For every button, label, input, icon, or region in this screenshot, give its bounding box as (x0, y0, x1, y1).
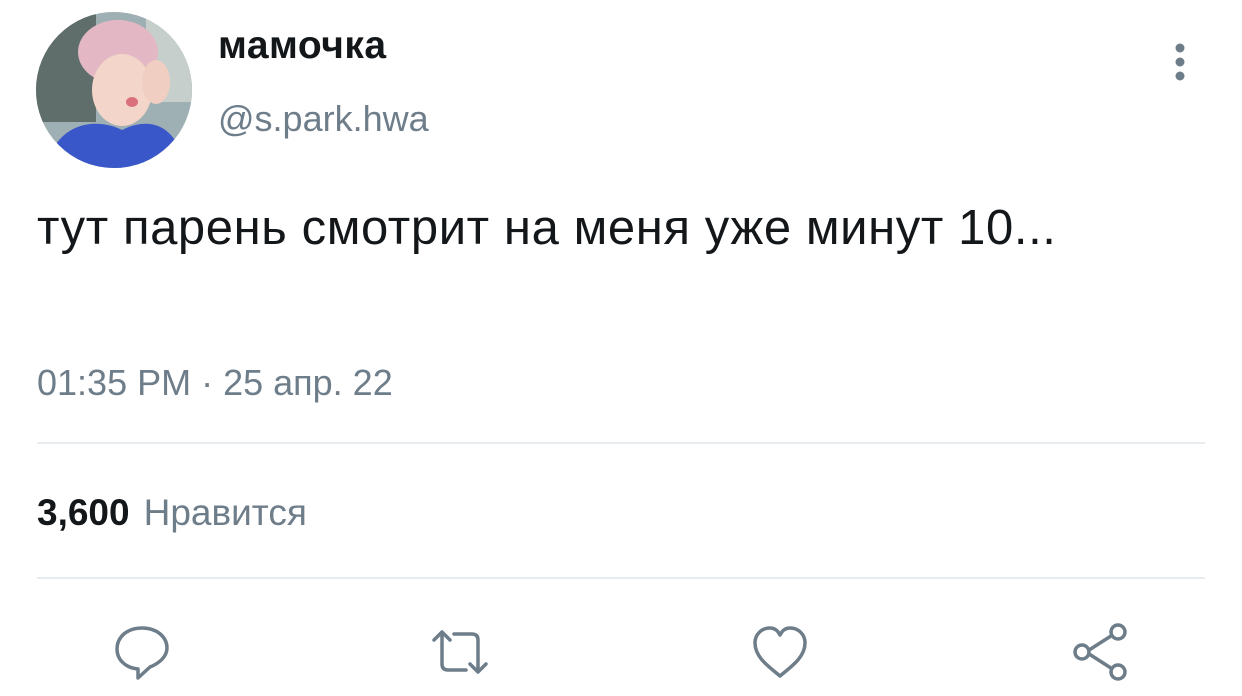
retweet-icon (432, 630, 488, 674)
share-icon (1073, 623, 1127, 681)
likes-count: 3,600 (37, 492, 130, 533)
avatar-photo (36, 12, 192, 168)
likes-label: Нравится (143, 492, 307, 533)
tweet: мамочка @s.park.hwa тут парень смотрит н… (0, 0, 1242, 696)
display-name[interactable]: мамочка (218, 24, 387, 68)
retweet-button[interactable] (428, 620, 492, 684)
avatar[interactable] (36, 12, 192, 168)
reply-icon (115, 626, 169, 680)
tweet-timestamp[interactable]: 01:35 PM · 25 апр. 22 (37, 362, 393, 404)
likes-stat[interactable]: 3,600 Нравится (37, 492, 307, 534)
divider (37, 577, 1205, 579)
reply-button[interactable] (110, 620, 174, 684)
share-button[interactable] (1068, 620, 1132, 684)
divider (37, 442, 1205, 444)
more-vertical-icon (1175, 43, 1185, 81)
user-handle[interactable]: @s.park.hwa (218, 98, 429, 140)
more-options-button[interactable] (1162, 40, 1198, 84)
tweet-text: тут парень смотрит на меня уже минут 10.… (37, 201, 1057, 255)
like-button[interactable] (748, 620, 812, 684)
heart-icon (753, 626, 807, 678)
